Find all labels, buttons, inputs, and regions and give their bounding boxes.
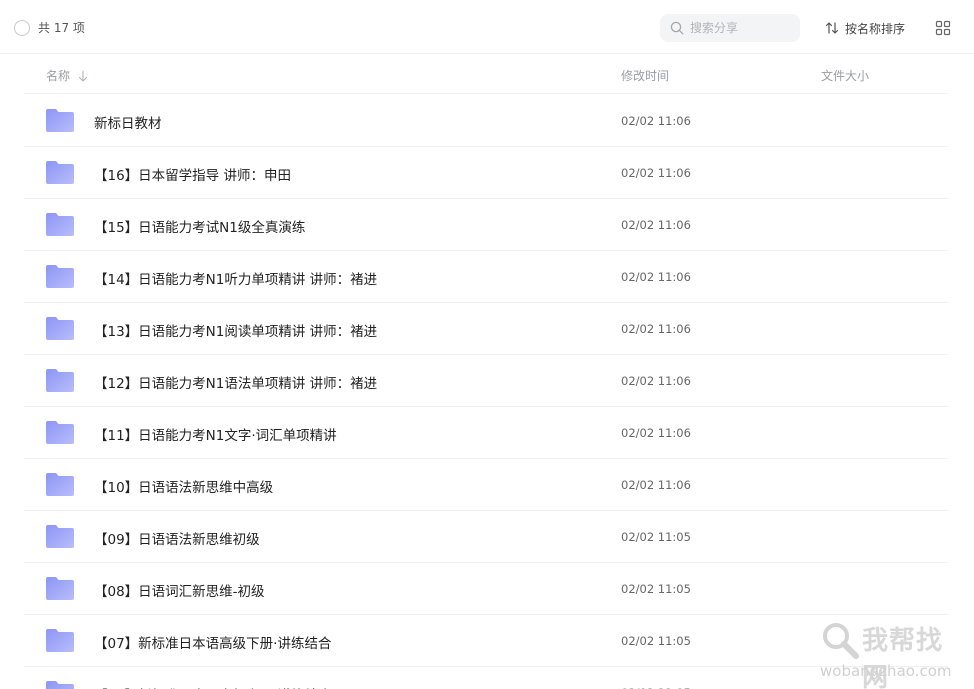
file-row[interactable]: 【16】日本留学指导 讲师：申田 02/02 11:06 (24, 147, 948, 199)
sort-arrow-down-icon (78, 69, 88, 82)
file-modified-time: 02/02 11:06 (621, 114, 691, 128)
file-row[interactable]: 【10】日语语法新思维中高级 02/02 11:06 (24, 459, 948, 511)
file-row[interactable]: 【14】日语能力考N1听力单项精讲 讲师：褚进 02/02 11:06 (24, 251, 948, 303)
folder-icon (46, 681, 74, 689)
file-modified-time: 02/02 11:06 (621, 166, 691, 180)
file-list: 新标日教材 02/02 11:06 【16】日本留学指导 讲师：申田 02/02 11… (24, 95, 948, 689)
file-modified-time: 02/02 11:06 (621, 426, 691, 440)
folder-icon (46, 369, 74, 392)
magnifier-logo (823, 623, 859, 659)
file-name[interactable]: 【11】日语能力考N1文字·词汇单项精讲 (94, 424, 337, 444)
folder-icon (46, 109, 74, 132)
toolbar: 共 17 项 按名称排序 (0, 0, 974, 54)
column-size-header[interactable]: 文件大小 (821, 67, 869, 84)
file-name[interactable]: 【10】日语语法新思维中高级 (94, 476, 273, 496)
column-modified-header[interactable]: 修改时间 (621, 67, 669, 84)
file-row[interactable]: 【15】日语能力考试N1级全真演练 02/02 11:06 (24, 199, 948, 251)
file-name[interactable]: 新标日教材 (94, 112, 162, 132)
file-row[interactable]: 【07】新标准日本语高级下册·讲练结合 02/02 11:05 (24, 615, 948, 667)
file-name[interactable]: 【08】日语词汇新思维-初级 (94, 580, 265, 600)
file-name[interactable]: 【09】日语语法新思维初级 (94, 528, 260, 548)
file-name[interactable]: 【06】新标准日本语高级上册·讲练结合 (94, 684, 331, 689)
file-row[interactable]: 新标日教材 02/02 11:06 (24, 95, 948, 147)
file-name[interactable]: 【13】日语能力考N1阅读单项精讲 讲师：褚进 (94, 320, 377, 340)
file-row[interactable]: 【08】日语词汇新思维-初级 02/02 11:05 (24, 563, 948, 615)
folder-icon (46, 577, 74, 600)
file-modified-time: 02/02 11:06 (621, 478, 691, 492)
item-count: 共 17 项 (38, 21, 85, 35)
folder-icon (46, 161, 74, 184)
file-row[interactable]: 【13】日语能力考N1阅读单项精讲 讲师：褚进 02/02 11:06 (24, 303, 948, 355)
folder-icon (46, 317, 74, 340)
folder-icon (46, 265, 74, 288)
file-modified-time: 02/02 11:06 (621, 218, 691, 232)
file-name[interactable]: 【14】日语能力考N1听力单项精讲 讲师：褚进 (94, 268, 377, 288)
file-row[interactable]: 【12】日语能力考N1语法单项精讲 讲师：褚进 02/02 11:06 (24, 355, 948, 407)
file-modified-time: 02/02 11:05 (621, 530, 691, 544)
folder-icon (46, 629, 74, 652)
file-modified-time: 02/02 11:06 (621, 270, 691, 284)
watermark: 我帮找网 wobangzhao.com (818, 618, 968, 689)
file-row[interactable]: 【06】新标准日本语高级上册·讲练结合02/02 11:05 (24, 667, 948, 689)
file-row[interactable]: 【09】日语语法新思维初级 02/02 11:05 (24, 511, 948, 563)
grid-view-icon[interactable] (935, 20, 951, 36)
folder-icon (46, 473, 74, 496)
file-name[interactable]: 【07】新标准日本语高级下册·讲练结合 (94, 632, 331, 652)
folder-icon (46, 525, 74, 548)
column-header: 名称 修改时间 文件大小 (24, 56, 948, 94)
search-icon (670, 21, 684, 35)
sort-label: 按名称排序 (845, 21, 906, 36)
file-modified-time: 02/02 11:06 (621, 374, 691, 388)
select-all-checkbox[interactable] (14, 20, 30, 36)
column-name-label: 名称 (46, 69, 71, 83)
search-input[interactable] (690, 19, 790, 37)
sort-button[interactable]: 按名称排序 (824, 19, 905, 37)
file-row[interactable]: 【11】日语能力考N1文字·词汇单项精讲 02/02 11:06 (24, 407, 948, 459)
file-modified-time: 02/02 11:05 (621, 634, 691, 648)
file-name[interactable]: 【12】日语能力考N1语法单项精讲 讲师：褚进 (94, 372, 377, 392)
column-name-header[interactable]: 名称 (46, 67, 88, 84)
file-name[interactable]: 【15】日语能力考试N1级全真演练 (94, 216, 305, 236)
file-name[interactable]: 【16】日本留学指导 讲师：申田 (94, 164, 291, 184)
sort-icon (825, 22, 839, 34)
file-modified-time: 02/02 11:06 (621, 322, 691, 336)
folder-icon (46, 213, 74, 236)
file-modified-time: 02/02 11:05 (621, 582, 691, 596)
watermark-en: wobangzhao.com (820, 662, 952, 680)
folder-icon (46, 421, 74, 444)
search-box[interactable] (660, 14, 800, 42)
